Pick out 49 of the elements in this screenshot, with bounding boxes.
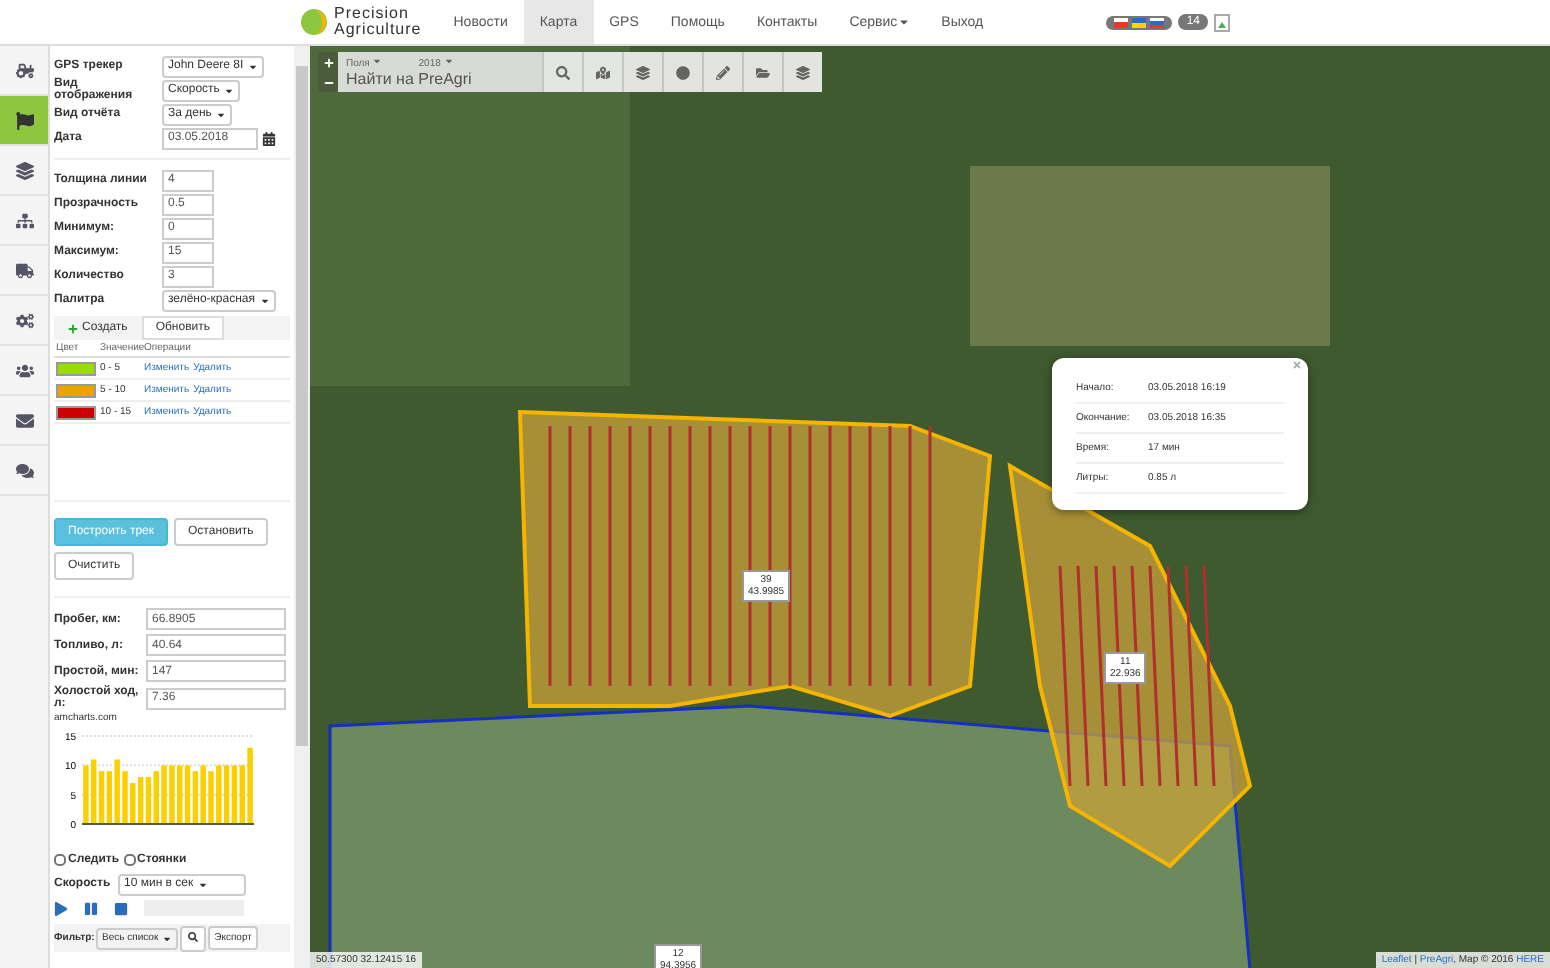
folder-icon: [756, 65, 770, 79]
map-tool-button[interactable]: [622, 52, 662, 92]
stop-icon[interactable]: [114, 901, 128, 915]
layers-icon: [796, 65, 810, 79]
stack-icon: [15, 161, 33, 179]
caret-icon: [215, 109, 226, 119]
dot-icon: [676, 65, 690, 79]
search-button[interactable]: [180, 925, 207, 951]
flag-icon: [15, 111, 33, 129]
plus-icon: [323, 57, 333, 67]
calendar-icon[interactable]: [262, 131, 276, 145]
caret-icon: [372, 56, 383, 66]
plus-icon: [68, 323, 78, 333]
search-icon: [188, 931, 199, 941]
map-tool-button[interactable]: [542, 52, 582, 92]
hierarchy-icon: [15, 211, 33, 229]
caret-icon: [162, 933, 173, 943]
sidebar-tab[interactable]: [0, 96, 48, 146]
caret-icon: [197, 879, 208, 889]
scrollbar-thumb[interactable]: [296, 66, 308, 746]
map-icon: [596, 65, 610, 79]
checkbox[interactable]: [123, 854, 136, 866]
chat-icon: [15, 461, 33, 479]
logo-text: Precision: [334, 6, 411, 22]
minus-icon: [323, 77, 333, 87]
truck-icon: [15, 261, 33, 279]
map-tool-button[interactable]: [742, 52, 782, 92]
caret-icon: [259, 295, 270, 305]
map-tool-button[interactable]: [782, 52, 822, 92]
mail-icon: [15, 411, 33, 429]
leaf-logo-icon: [300, 8, 328, 36]
pause-icon[interactable]: [84, 901, 98, 915]
broken-image-icon: [1214, 13, 1230, 31]
caret-icon: [443, 56, 454, 66]
map-tool-button[interactable]: [702, 52, 742, 92]
language-switcher[interactable]: [1106, 15, 1173, 29]
search-icon: [556, 65, 570, 79]
checkbox[interactable]: [54, 854, 66, 866]
caret-icon: [247, 61, 258, 71]
map-tool-button[interactable]: [662, 52, 702, 92]
stack-icon: [636, 65, 650, 79]
logo-text: Agriculture: [334, 22, 422, 38]
map-tool-button[interactable]: [582, 52, 622, 92]
tractor-icon: [15, 61, 33, 79]
play-icon[interactable]: [54, 901, 68, 915]
users-icon: [15, 361, 33, 379]
caret-icon: [223, 85, 234, 95]
pencil-icon: [716, 65, 730, 79]
gears-icon: [15, 311, 33, 329]
